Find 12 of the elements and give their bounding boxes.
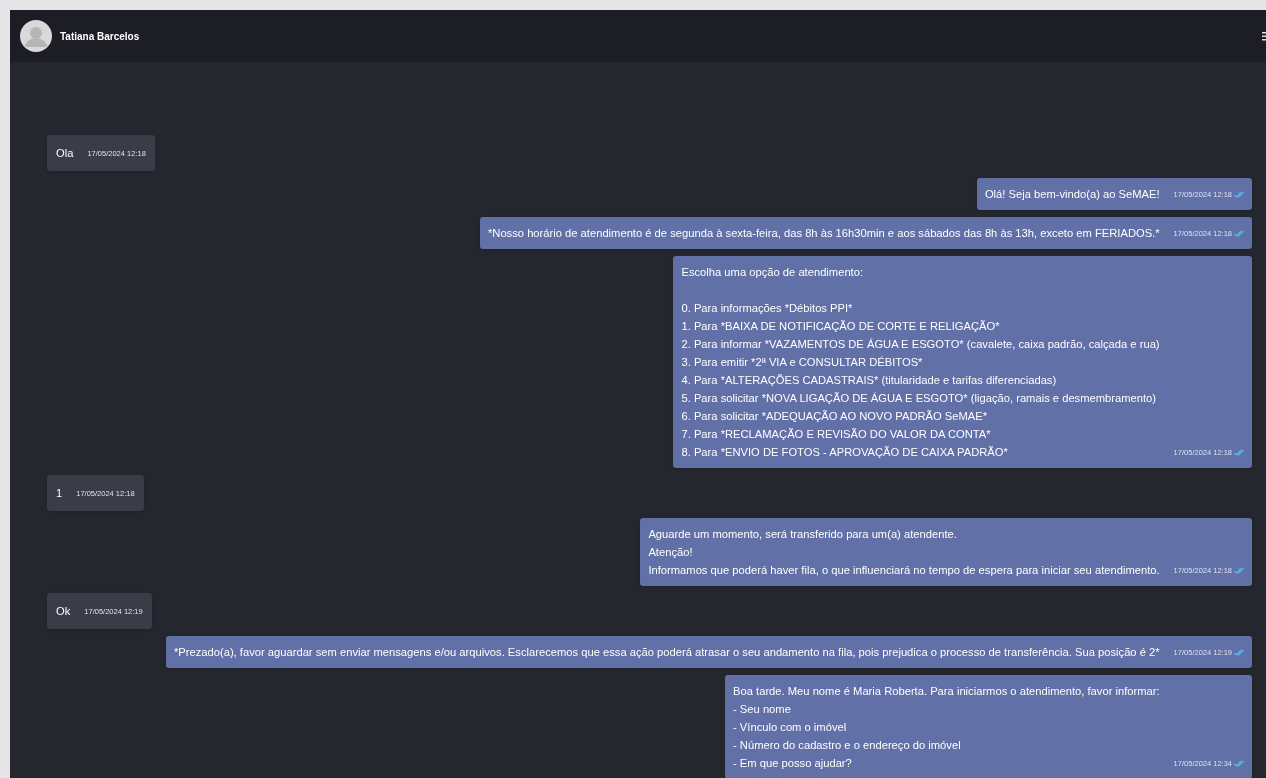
message-text: Ok: [56, 604, 71, 619]
message-text: Boa tarde. Meu nome é Maria Roberta. Para iniciarmos o atendimento, favor informar: - Seu nome - Vínculo com o imóvel - Número do cadastro e o endereço do imóvel - Em que posso ajudar?: [733, 684, 1160, 771]
message-text: 1: [56, 486, 63, 501]
avatar-icon[interactable]: [20, 20, 52, 52]
menu-icon[interactable]: [1262, 32, 1266, 41]
message-text: Ola: [56, 146, 74, 161]
contact-name: Tatiana Barcelos: [60, 29, 140, 44]
message-text: *Prezado(a), favor aguardar sem enviar mensagens e/ou arquivos. Esclarecemos que essa ação poderá atrasar o seu andamento na fila, pois prejudica o processo de transferência. Sua posição é 2*: [173, 645, 1160, 660]
message-text: *Nosso horário de atendimento é de segunda à sexta-feira, das 8h às 16h30min e aos sábados das 8h às 13h, exceto em FERIADOS.*: [487, 226, 1160, 241]
message-text: Aguarde um momento, será transferido para um(a) atendente. Atenção! Informamos que poderá haver fila, o que influenciará no tempo de espera para iniciar seu atendimento.: [648, 527, 1160, 578]
message-text: Olá! Seja bem-vindo(a) ao SeMAE!: [984, 187, 1160, 202]
message-text: Escolha uma opção de atendimento: 0. Para informações *Débitos PPI* 1. Para *BAIXA DE NOTIFICAÇÃO DE CORTE E RELIGAÇÃO* 2. Para informar *VAZAMENTOS DE ÁGUA E ESGOTO* (cavalete, caixa padrão, calçada e rua) 3. Para emitir *2ª VIA e CONSULTAR DÉBITOS* 4. Para *ALTERAÇÕES CADASTRAIS* (titularidade e tarifas diferenciadas) 5. Para solicitar *NOVA LIGAÇÃO DE ÁGUA E ESGOTO* (ligação, ramais e desmembramento) 6. Para solicitar *ADEQUAÇÃO AO NOVO PADRÃO SeMAE* 7. Para *RECLAMAÇÃO E REVISÃO DO VALOR DA CONTA* 8. Para *ENVIO DE FOTOS - APROVAÇÃO DE CAIXA PADRÃO*: [681, 265, 1160, 460]
